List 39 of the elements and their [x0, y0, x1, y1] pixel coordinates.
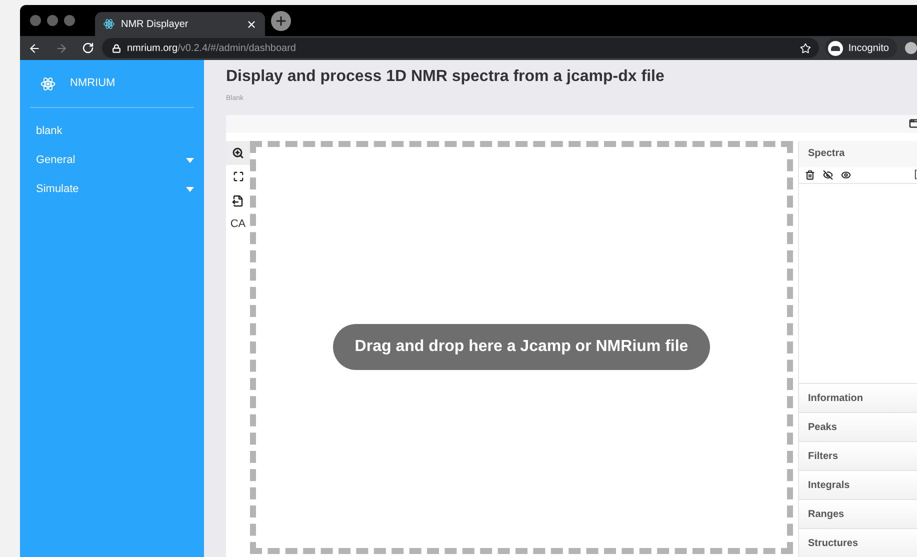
- panel-header[interactable]: Spectra: [799, 140, 917, 166]
- hidden-eye-icon[interactable]: [823, 170, 833, 180]
- window-control[interactable]: [64, 15, 75, 26]
- eye-icon[interactable]: [841, 170, 851, 180]
- lock-icon: [112, 44, 121, 52]
- address-field[interactable]: nmrium.org/v0.2.4/#/admin/dashboard: [102, 38, 820, 58]
- caret-icon: [186, 187, 194, 192]
- drop-message: Drag and drop here a Jcamp or NMRium file: [332, 324, 710, 370]
- browser-tab[interactable]: NMR Displayer: [95, 12, 265, 36]
- star-icon[interactable]: [800, 42, 812, 54]
- caret-icon: [186, 158, 194, 163]
- tool-button[interactable]: CA: [226, 212, 250, 236]
- back-icon[interactable]: [28, 42, 41, 54]
- section-header[interactable]: Peaks: [799, 412, 917, 441]
- section-header[interactable]: Filters: [799, 441, 917, 470]
- atom-icon: [40, 76, 56, 92]
- window-icon[interactable]: [909, 118, 917, 129]
- reload-icon[interactable]: [82, 42, 94, 54]
- forward-icon[interactable]: [55, 42, 68, 54]
- delete-icon[interactable]: [805, 170, 815, 180]
- section-header[interactable]: Structures: [799, 528, 917, 557]
- close-icon[interactable]: [246, 18, 257, 30]
- new-tab-button[interactable]: [271, 10, 291, 30]
- window-control[interactable]: [30, 15, 41, 26]
- tool-button[interactable]: [226, 140, 250, 164]
- dropzone[interactable]: Drag and drop here a Jcamp or NMRium file: [250, 140, 793, 554]
- export-icon: [232, 194, 244, 206]
- section-header[interactable]: Integrals: [799, 470, 917, 499]
- section-header[interactable]: Ranges: [799, 499, 917, 528]
- fullscreen-icon: [232, 171, 244, 182]
- zoom-icon: [232, 146, 244, 158]
- page-title: Display and process 1D NMR spectra from a jcamp-dx file: [226, 67, 666, 87]
- plus-icon: [274, 14, 288, 28]
- column-text: [: [914, 168, 917, 182]
- atom-icon: [103, 18, 115, 30]
- profile-button[interactable]: Incognito: [825, 38, 897, 58]
- brand-name: NMRIUM: [70, 76, 116, 92]
- window-control[interactable]: [47, 15, 58, 26]
- section-header[interactable]: Information: [799, 383, 917, 412]
